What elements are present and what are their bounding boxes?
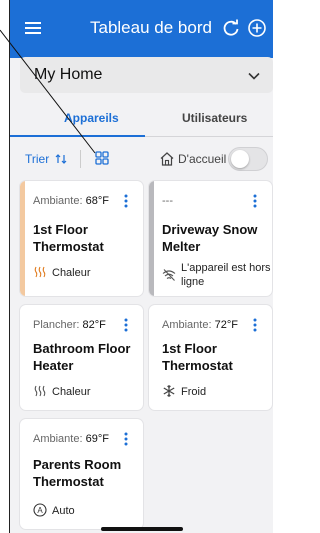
- heat-icon: [34, 385, 46, 397]
- device-card[interactable]: Ambiante: 72°F 1st Floor Thermostat Froi…: [149, 305, 272, 410]
- sort-icon[interactable]: [55, 152, 69, 166]
- toolbar-divider: [80, 150, 81, 168]
- device-card[interactable]: Ambiante: 69°F Parents Room Thermostat A…: [20, 419, 143, 529]
- device-status: L'appareil est hors ligne: [181, 262, 271, 288]
- home-filter-toggle[interactable]: [228, 147, 268, 171]
- device-card[interactable]: --- Driveway Snow Melter L'appareil est …: [149, 181, 272, 296]
- device-meta: ---: [162, 195, 173, 207]
- device-status: Froid: [181, 386, 207, 398]
- device-name: Driveway Snow Melter: [162, 222, 258, 254]
- menu-icon[interactable]: [24, 19, 42, 37]
- active-tab-indicator: [10, 135, 145, 137]
- device-meta: Ambiante: 68°F: [33, 195, 109, 207]
- device-name: Bathroom Floor Heater: [33, 341, 131, 373]
- snowflake-icon: [163, 385, 175, 397]
- toggle-knob: [231, 150, 249, 168]
- tab-bar: Appareils Utilisateurs: [10, 103, 273, 137]
- device-toolbar: Trier D'accueil: [10, 146, 273, 172]
- page-title: Tableau de bord: [90, 18, 212, 37]
- device-name: 1st Floor Thermostat: [162, 341, 233, 373]
- heat-icon: [34, 266, 46, 278]
- sort-button[interactable]: Trier: [25, 152, 49, 166]
- chevron-down-icon: [248, 72, 260, 80]
- grid-view-icon[interactable]: [95, 151, 109, 165]
- wifi-off-icon: [162, 269, 176, 281]
- home-indicator: [101, 527, 183, 531]
- screen-frame-right: [273, 0, 276, 533]
- card-accent: [149, 181, 154, 296]
- header-bar: Tableau de bord: [10, 0, 273, 58]
- home-icon: [160, 152, 174, 166]
- device-card[interactable]: Plancher: 82°F Bathroom Floor Heater Cha…: [20, 305, 143, 410]
- more-options-icon[interactable]: [123, 431, 129, 447]
- device-name: Parents Room Thermostat: [33, 457, 122, 489]
- svg-text:A: A: [37, 506, 43, 515]
- device-status: Auto: [52, 505, 75, 517]
- more-options-icon[interactable]: [123, 317, 129, 333]
- home-selector[interactable]: My Home: [20, 57, 273, 93]
- more-options-icon[interactable]: [123, 193, 129, 209]
- auto-icon: A: [33, 503, 47, 517]
- more-options-icon[interactable]: [252, 317, 258, 333]
- device-status: Chaleur: [52, 267, 91, 279]
- home-filter-label: D'accueil: [178, 152, 227, 166]
- add-icon[interactable]: [247, 18, 267, 38]
- device-meta: Ambiante: 72°F: [162, 319, 238, 331]
- tab-users[interactable]: Utilisateurs: [182, 111, 247, 125]
- device-card[interactable]: Ambiante: 68°F 1st Floor Thermostat Chal…: [20, 181, 143, 296]
- device-name: 1st Floor Thermostat: [33, 222, 104, 254]
- refresh-icon[interactable]: [221, 18, 241, 38]
- more-options-icon[interactable]: [252, 193, 258, 209]
- device-status: Chaleur: [52, 386, 91, 398]
- tab-devices[interactable]: Appareils: [64, 111, 119, 125]
- card-accent: [20, 181, 25, 296]
- screen-frame-left: [0, 0, 10, 533]
- home-selector-value: My Home: [34, 66, 103, 83]
- device-meta: Plancher: 82°F: [33, 319, 106, 331]
- app: Tableau de bord My Home Appareils Utilis…: [10, 0, 273, 533]
- device-meta: Ambiante: 69°F: [33, 433, 109, 445]
